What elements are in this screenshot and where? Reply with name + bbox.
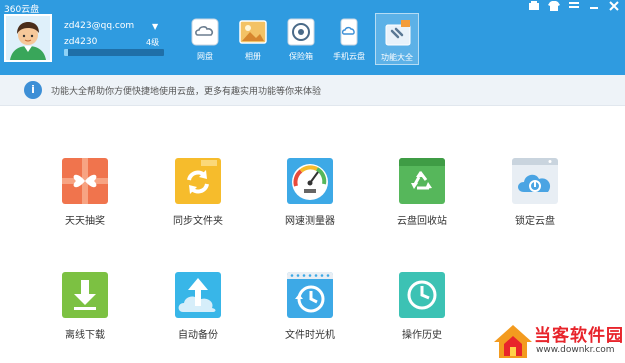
- storage-bar: [64, 49, 164, 56]
- feature-auto-backup[interactable]: 自动备份: [158, 272, 238, 362]
- account-id: zd4230: [64, 37, 98, 47]
- tile-label: 网速测量器: [285, 216, 335, 227]
- sync-folder-icon: [175, 158, 221, 204]
- nav-cloud-disk[interactable]: 网盘: [183, 13, 227, 65]
- info-icon: i: [24, 81, 42, 99]
- operation-history-icon: [399, 272, 445, 318]
- mobile-cloud-icon: [340, 18, 358, 46]
- info-bar: i 功能大全帮助你方便快捷地使用云盘，更多有趣实用功能等你来体验: [0, 75, 625, 106]
- avatar[interactable]: [4, 14, 52, 62]
- feature-daily-lottery[interactable]: 天天抽奖: [45, 158, 125, 248]
- speed-meter-icon: [287, 158, 333, 204]
- lock-cloud-icon: [512, 158, 558, 204]
- window-controls: [526, 1, 622, 13]
- auto-backup-icon: [175, 272, 221, 318]
- shirt-icon[interactable]: [546, 1, 562, 13]
- account-dropdown-icon[interactable]: ▼: [152, 22, 158, 31]
- nav-label: 网盘: [197, 52, 213, 61]
- watermark: 当客软件园 www.downkr.com: [490, 318, 625, 363]
- nav-mobile-cloud[interactable]: 手机云盘: [327, 13, 371, 65]
- feature-speed-meter[interactable]: 网速测量器: [270, 158, 350, 248]
- tile-label: 天天抽奖: [65, 216, 105, 227]
- feature-operation-history[interactable]: 操作历史: [382, 272, 462, 362]
- cloud-disk-icon: [191, 18, 219, 46]
- daily-lottery-icon: [62, 158, 108, 204]
- nav-photo-album[interactable]: 相册: [231, 13, 275, 65]
- tile-label: 文件时光机: [285, 330, 335, 341]
- close-icon[interactable]: [606, 1, 622, 13]
- feature-recycle-bin[interactable]: 云盘回收站: [382, 158, 462, 248]
- tile-label: 操作历史: [402, 330, 442, 341]
- recycle-bin-icon: [399, 158, 445, 204]
- tile-label: 自动备份: [178, 330, 218, 341]
- main-nav: 网盘 相册 保险箱 手机云盘 功能大全: [183, 13, 419, 65]
- nav-feature-toolbox[interactable]: 功能大全: [375, 13, 419, 65]
- minimize-icon[interactable]: [586, 1, 602, 13]
- feature-offline-download[interactable]: 离线下载: [45, 272, 125, 362]
- nav-label: 保险箱: [289, 52, 313, 61]
- feature-toolbox-icon: [385, 20, 411, 46]
- storage-fill: [64, 49, 68, 56]
- app-header: 360云盘 zd423@qq.com ▼ zd4230 4级 网盘 相册 保险箱…: [0, 0, 625, 75]
- tile-label: 离线下载: [65, 330, 105, 341]
- menu-icon[interactable]: [566, 1, 582, 13]
- feature-lock-cloud[interactable]: 锁定云盘: [495, 158, 575, 248]
- nav-label: 功能大全: [381, 53, 413, 62]
- account-email[interactable]: zd423@qq.com: [64, 21, 134, 31]
- photo-album-icon: [239, 20, 267, 44]
- nav-safe-box[interactable]: 保险箱: [279, 13, 323, 65]
- safe-box-icon: [287, 18, 315, 46]
- house-logo-icon: [494, 325, 532, 358]
- info-text: 功能大全帮助你方便快捷地使用云盘，更多有趣实用功能等你来体验: [51, 87, 322, 97]
- nav-label: 手机云盘: [333, 52, 365, 61]
- nav-label: 相册: [245, 52, 261, 61]
- watermark-url: www.downkr.com: [536, 345, 615, 355]
- feature-file-time-machine[interactable]: 文件时光机: [270, 272, 350, 362]
- watermark-text: 当客软件园: [534, 326, 624, 346]
- offline-download-icon: [62, 272, 108, 318]
- tile-label: 云盘回收站: [397, 216, 447, 227]
- file-time-machine-icon: [287, 272, 333, 318]
- tile-label: 锁定云盘: [515, 216, 555, 227]
- feature-sync-folder[interactable]: 同步文件夹: [158, 158, 238, 248]
- account-level: 4级: [146, 38, 160, 47]
- tile-label: 同步文件夹: [173, 216, 223, 227]
- skin-icon[interactable]: [526, 1, 542, 13]
